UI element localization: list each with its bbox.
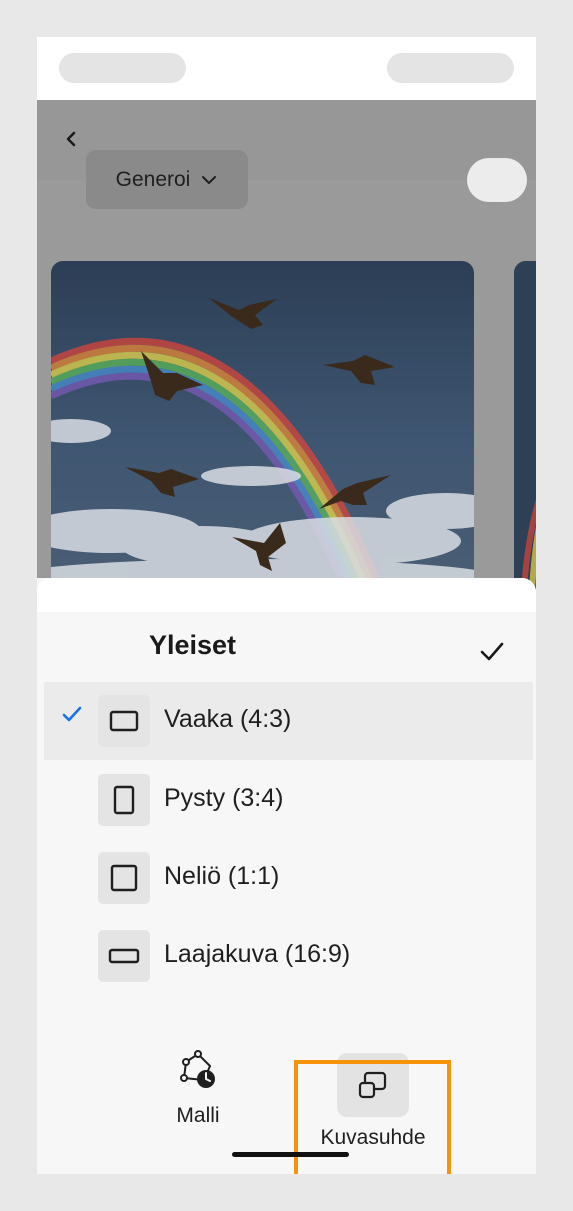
- tab-label: Malli: [176, 1104, 220, 1127]
- widescreen-ratio-icon: [98, 930, 150, 982]
- aspect-ratio-sheet: Yleiset Vaaka (4:3) Pysty (3:4) Neliö (1…: [37, 578, 536, 1174]
- option-label: Neliö (1:1): [164, 862, 280, 890]
- option-label: Vaaka (4:3): [164, 705, 292, 733]
- dimmed-background: Generoi: [37, 100, 536, 591]
- back-chevron-icon[interactable]: [64, 126, 80, 152]
- option-portrait[interactable]: Pysty (3:4): [44, 761, 533, 839]
- option-landscape[interactable]: Vaaka (4:3): [44, 682, 533, 760]
- generated-image[interactable]: [51, 261, 474, 591]
- option-widescreen[interactable]: Laajakuva (16:9): [44, 917, 533, 995]
- header-action-button[interactable]: [467, 158, 527, 202]
- option-square[interactable]: Neliö (1:1): [44, 839, 533, 917]
- status-pill-right: [387, 53, 514, 83]
- status-pill-left: [59, 53, 186, 83]
- model-clock-icon: [180, 1050, 215, 1088]
- tab-model[interactable]: Malli: [150, 1048, 246, 1158]
- home-indicator: [232, 1152, 349, 1157]
- done-check-icon[interactable]: [478, 638, 506, 666]
- section-title: Yleiset: [149, 630, 237, 660]
- status-bar: [37, 37, 536, 100]
- generate-dropdown-button[interactable]: Generoi: [86, 150, 248, 209]
- chevron-down-icon: [202, 175, 217, 184]
- generate-label: Generoi: [115, 167, 191, 191]
- landscape-ratio-icon: [98, 695, 150, 747]
- phone-screen: Generoi Yleiset Vaaka (4:3) Pysty (3:4) …: [37, 37, 536, 1174]
- sheet-handle-area: [37, 578, 536, 612]
- option-label: Laajakuva (16:9): [164, 940, 351, 968]
- portrait-ratio-icon: [98, 774, 150, 826]
- option-label: Pysty (3:4): [164, 784, 284, 812]
- square-ratio-icon: [98, 852, 150, 904]
- next-generated-image[interactable]: [514, 261, 536, 591]
- selected-check-icon: [62, 706, 82, 722]
